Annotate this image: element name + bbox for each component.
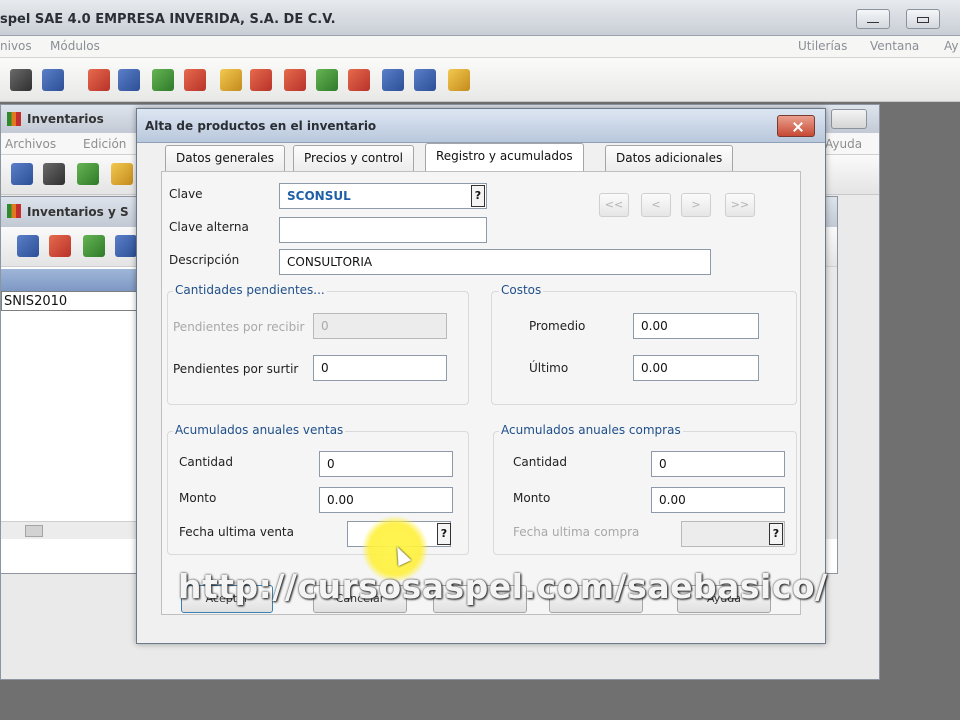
inv-tool-3-icon[interactable] [77, 163, 99, 185]
inv-menu-archivos[interactable]: Archivos [5, 137, 56, 151]
report-tool-icon[interactable] [10, 69, 32, 91]
pendientes-recibir-label: Pendientes por recibir [173, 320, 305, 334]
edit-pencil-icon[interactable] [49, 235, 71, 257]
edit-icon[interactable] [152, 69, 174, 91]
restore-button[interactable] [906, 9, 940, 29]
menu-modulos[interactable]: Módulos [50, 39, 100, 53]
scroll-thumb[interactable] [25, 525, 43, 537]
horizontal-scrollbar[interactable] [1, 521, 139, 539]
clave-input[interactable]: SCONSUL [279, 183, 487, 209]
ventas-monto-label: Monto [179, 491, 217, 505]
app-title: spel SAE 4.0 EMPRESA INVERIDA, S.A. DE C… [0, 12, 336, 27]
tab-precios-control[interactable]: Precios y control [293, 145, 414, 171]
compras-monto-label: Monto [513, 491, 551, 505]
menu-archivos[interactable]: nivos [0, 39, 32, 53]
pendientes-title: Cantidades pendientes... [173, 283, 327, 297]
sae-icon[interactable] [348, 69, 370, 91]
dialog-close-button[interactable] [777, 115, 815, 137]
table-row[interactable]: SNIS2010 [1, 291, 139, 311]
sae-people-icon[interactable] [316, 69, 338, 91]
pendientes-group [167, 291, 469, 405]
nav-last-button[interactable]: >> [725, 193, 755, 217]
exit-door-icon[interactable] [448, 69, 470, 91]
chart-icon[interactable] [250, 69, 272, 91]
ultimo-label: Último [529, 361, 569, 375]
ventas-monto-input[interactable]: 0.00 [319, 487, 453, 513]
sub-chart-icon [7, 204, 21, 218]
compras-monto-input[interactable]: 0.00 [651, 487, 785, 513]
costos-title: Costos [499, 283, 544, 297]
fecha-ultima-compra-label: Fecha ultima compra [513, 525, 640, 539]
compras-title: Acumulados anuales compras [499, 423, 683, 437]
documents-icon[interactable] [118, 69, 140, 91]
menu-ventana[interactable]: Ventana [870, 39, 919, 53]
menu-utilerias[interactable]: Utilerías [798, 39, 847, 53]
alta-productos-dialog: Alta de productos en el inventario Datos… [136, 108, 826, 644]
app-menu-bar: nivos Módulos Utilerías Ventana Ay [0, 36, 960, 58]
tab-datos-adicionales[interactable]: Datos adicionales [605, 145, 734, 171]
ventas-title: Acumulados anuales ventas [173, 423, 346, 437]
clave-alterna-label: Clave alterna [169, 220, 249, 234]
ventas-cantidad-input[interactable]: 0 [319, 451, 453, 477]
minimize-icon [867, 22, 879, 24]
ventas-cantidad-label: Cantidad [179, 455, 233, 469]
nav-first-button[interactable]: << [599, 193, 629, 217]
app-title-bar: spel SAE 4.0 EMPRESA INVERIDA, S.A. DE C… [0, 0, 960, 36]
inv-tool-4-icon[interactable] [111, 163, 133, 185]
descripcion-label: Descripción [169, 253, 240, 267]
descripcion-input[interactable]: CONSULTORIA [279, 249, 711, 275]
fecha-venta-help-button[interactable]: ? [437, 523, 451, 545]
clave-alterna-input[interactable] [279, 217, 487, 243]
costos-group [491, 291, 797, 405]
sae-cart-icon[interactable] [284, 69, 306, 91]
inventory-chart-icon [7, 112, 21, 126]
inv-tool-2-icon[interactable] [43, 163, 65, 185]
nav-next-button[interactable]: > [681, 193, 711, 217]
hand-tool-icon[interactable] [42, 69, 64, 91]
app-toolbar [0, 58, 960, 102]
minimize-button[interactable] [856, 9, 890, 29]
menu-ayuda[interactable]: Ay [944, 39, 959, 53]
pendientes-surtir-label: Pendientes por surtir [173, 362, 299, 376]
new-document-icon[interactable] [17, 235, 39, 257]
users-icon[interactable] [184, 69, 206, 91]
pendientes-surtir-input[interactable]: 0 [313, 355, 447, 381]
clave-label: Clave [169, 187, 203, 201]
clave-help-button[interactable]: ? [471, 185, 485, 207]
clients-icon[interactable] [88, 69, 110, 91]
inv-menu-ayuda[interactable]: Ayuda [825, 137, 862, 151]
ultimo-input[interactable]: 0.00 [633, 355, 759, 381]
inventory-icon[interactable] [220, 69, 242, 91]
dialog-title-bar: Alta de productos en el inventario [137, 109, 825, 143]
delete-basket-icon[interactable] [83, 235, 105, 257]
promedio-input[interactable]: 0.00 [633, 313, 759, 339]
inventarios-close-button[interactable] [831, 109, 867, 129]
grid-header [1, 269, 139, 291]
grid-icon[interactable] [414, 69, 436, 91]
compras-cantidad-input[interactable]: 0 [651, 451, 785, 477]
print-icon[interactable] [115, 235, 137, 257]
compras-cantidad-label: Cantidad [513, 455, 567, 469]
inv-tool-1-icon[interactable] [11, 163, 33, 185]
inventarios-title: Inventarios [27, 112, 104, 126]
sub-title: Inventarios y S [27, 205, 129, 219]
pendientes-recibir-input: 0 [313, 313, 447, 339]
promedio-label: Promedio [529, 319, 586, 333]
tab-datos-generales[interactable]: Datos generales [165, 145, 285, 171]
inv-menu-edicion[interactable]: Edición [83, 137, 126, 151]
watermark-url: http://cursosaspel.com/saebasico/ [178, 567, 828, 606]
fecha-ultima-venta-label: Fecha ultima venta [179, 525, 294, 539]
dialog-title: Alta de productos en el inventario [145, 119, 377, 133]
tab-registro-acumulados[interactable]: Registro y acumulados [425, 143, 584, 171]
nav-prev-button[interactable]: < [641, 193, 671, 217]
list-icon[interactable] [382, 69, 404, 91]
restore-icon [917, 17, 929, 23]
fecha-compra-help-button[interactable]: ? [769, 523, 783, 545]
